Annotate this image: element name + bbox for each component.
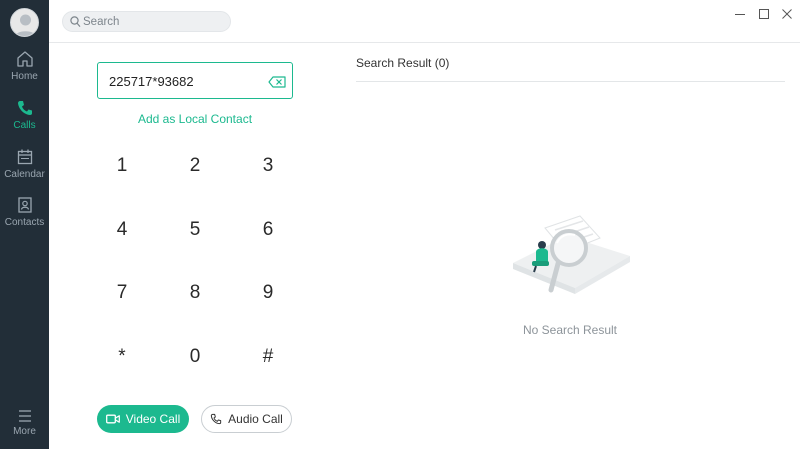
dial-key-hash[interactable]: #: [248, 339, 288, 375]
backspace-icon: [268, 76, 286, 88]
close-button[interactable]: [779, 6, 795, 22]
dial-key-1[interactable]: 1: [102, 148, 142, 184]
calendar-icon: [17, 149, 32, 165]
contacts-icon: [17, 197, 32, 213]
search-box[interactable]: [62, 11, 231, 32]
avatar[interactable]: [10, 8, 39, 37]
result-divider: [356, 81, 785, 82]
app-window: Home Calls Calendar Contacts More Search…: [0, 0, 800, 449]
dial-key-6[interactable]: 6: [248, 212, 288, 248]
phone-icon: [17, 101, 32, 115]
audio-call-button[interactable]: Audio Call: [201, 405, 292, 433]
sidebar-item-calls[interactable]: Calls: [0, 99, 49, 143]
sidebar-item-calendar[interactable]: Calendar: [0, 148, 49, 192]
sidebar: Home Calls Calendar Contacts More: [0, 0, 49, 449]
dial-key-4[interactable]: 4: [102, 212, 142, 248]
sidebar-item-contacts[interactable]: Contacts: [0, 196, 49, 240]
dial-key-2[interactable]: 2: [175, 148, 215, 184]
maximize-icon: [759, 9, 769, 19]
dial-key-0[interactable]: 0: [175, 339, 215, 375]
no-result-illustration: [513, 215, 630, 294]
dial-key-star[interactable]: *: [102, 339, 142, 375]
sidebar-item-label: Calls: [13, 120, 36, 131]
dial-number-field[interactable]: [97, 62, 293, 99]
menu-icon: [18, 410, 31, 422]
home-icon: [16, 51, 33, 67]
dial-key-5[interactable]: 5: [175, 212, 215, 248]
minimize-icon: [735, 14, 745, 15]
close-icon: [782, 9, 792, 19]
sidebar-item-label: Home: [11, 71, 38, 82]
sidebar-item-home[interactable]: Home: [0, 50, 49, 94]
search-result-title: Search Result (0): [356, 56, 450, 70]
no-result-text: No Search Result: [522, 323, 618, 337]
dial-key-3[interactable]: 3: [248, 148, 288, 184]
dial-key-9[interactable]: 9: [248, 275, 288, 311]
sidebar-item-more[interactable]: More: [0, 409, 49, 449]
phone-icon: [210, 413, 222, 425]
search-input[interactable]: [83, 14, 223, 30]
sidebar-item-label: Calendar: [4, 169, 45, 180]
video-camera-icon: [105, 414, 120, 424]
minimize-button[interactable]: [732, 6, 748, 22]
maximize-button[interactable]: [756, 6, 772, 22]
audio-call-label: Audio Call: [228, 412, 283, 426]
video-call-label: Video Call: [125, 412, 181, 426]
dial-number-input[interactable]: [109, 72, 259, 90]
dial-key-7[interactable]: 7: [102, 275, 142, 311]
search-icon: [70, 16, 81, 27]
backspace-button[interactable]: [268, 75, 286, 88]
header-divider: [49, 42, 800, 43]
video-call-button[interactable]: Video Call: [97, 405, 189, 433]
sidebar-item-label: More: [13, 426, 36, 437]
dial-key-8[interactable]: 8: [175, 275, 215, 311]
add-local-contact-link[interactable]: Add as Local Contact: [97, 112, 293, 126]
sidebar-item-label: Contacts: [4, 217, 45, 228]
